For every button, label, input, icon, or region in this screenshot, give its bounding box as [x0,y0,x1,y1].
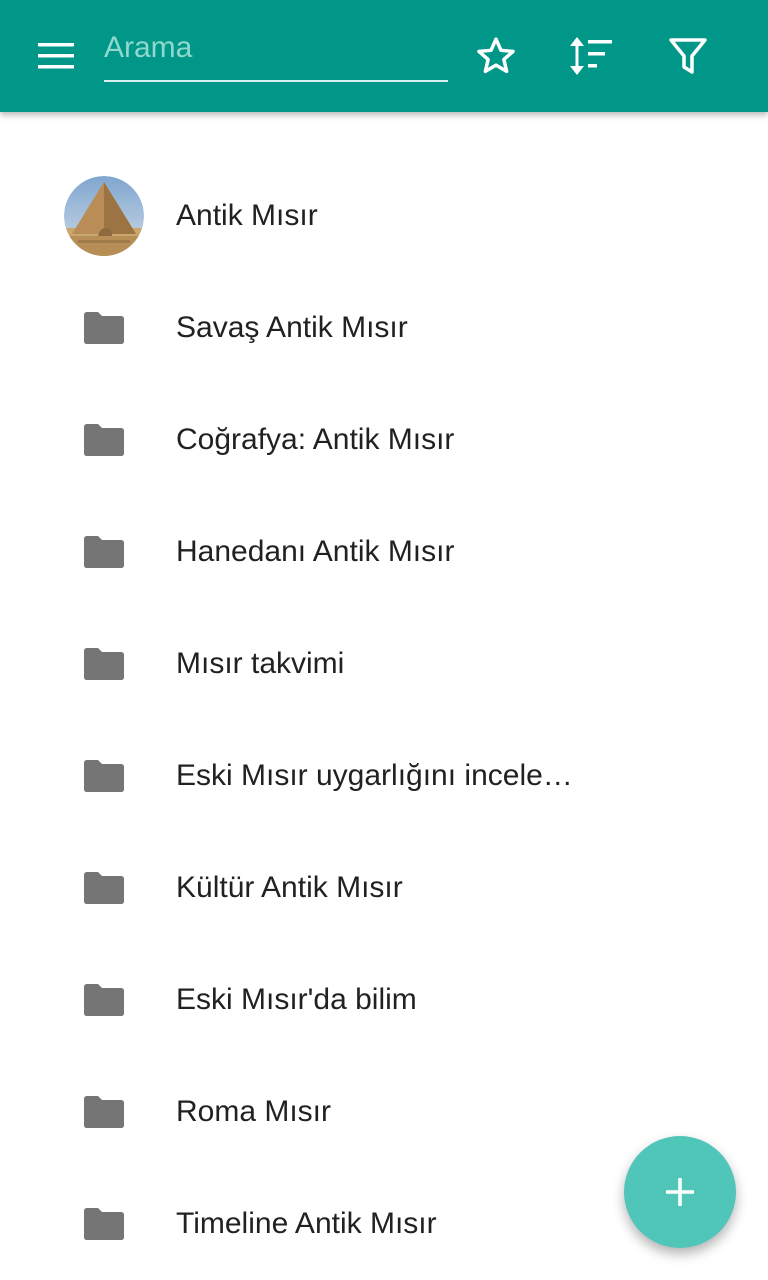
list-item[interactable]: Eski Mısır'da bilim [0,944,768,1056]
list-item-label: Roma Mısır [176,1095,332,1128]
favorites-button[interactable] [468,28,524,84]
folder-icon [84,760,124,792]
folder-icon [84,984,124,1016]
pyramid-avatar [64,176,144,256]
folder-icon [84,1096,124,1128]
folder-icon [84,312,124,344]
folder-icon [84,424,124,456]
folder-icon [84,648,124,680]
folder-icon [84,1208,124,1240]
list-item-antik-misir[interactable]: Antik Mısır [0,160,768,272]
folder-icon [84,872,124,904]
search-field [104,24,448,82]
list-item-label: Eski Mısır'da bilim [176,983,417,1016]
list-item-label: Hanedanı Antik Mısır [176,535,455,568]
menu-icon [38,43,74,69]
list-item-label: Eski Mısır uygarlığını incele… [176,759,573,792]
folder-icon [84,536,124,568]
menu-button[interactable] [24,32,88,80]
list-item-label: Antik Mısır [176,199,318,232]
sort-icon [570,37,612,75]
sort-button[interactable] [563,28,619,84]
list-item-label: Kültür Antik Mısır [176,871,403,904]
filter-icon [669,38,707,74]
folder-list: Antik Mısır Savaş Antik Mısır Coğrafya: … [0,160,768,1280]
list-item[interactable]: Eski Mısır uygarlığını incele… [0,720,768,832]
list-item-label: Savaş Antik Mısır [176,311,408,344]
list-item[interactable]: Coğrafya: Antik Mısır [0,384,768,496]
list-item[interactable]: Savaş Antik Mısır [0,272,768,384]
app-bar [0,0,768,112]
list-item[interactable]: Mısır takvimi [0,608,768,720]
search-input[interactable] [104,24,448,72]
list-item-label: Mısır takvimi [176,647,345,680]
list-item[interactable]: Kültür Antik Mısır [0,832,768,944]
star-outline-icon [477,37,515,74]
list-item-label: Timeline Antik Mısır [176,1207,437,1240]
filter-button[interactable] [660,28,716,84]
plus-icon [666,1178,694,1206]
list-item-label: Coğrafya: Antik Mısır [176,423,455,456]
add-button[interactable] [624,1136,736,1248]
list-item[interactable]: Hanedanı Antik Mısır [0,496,768,608]
